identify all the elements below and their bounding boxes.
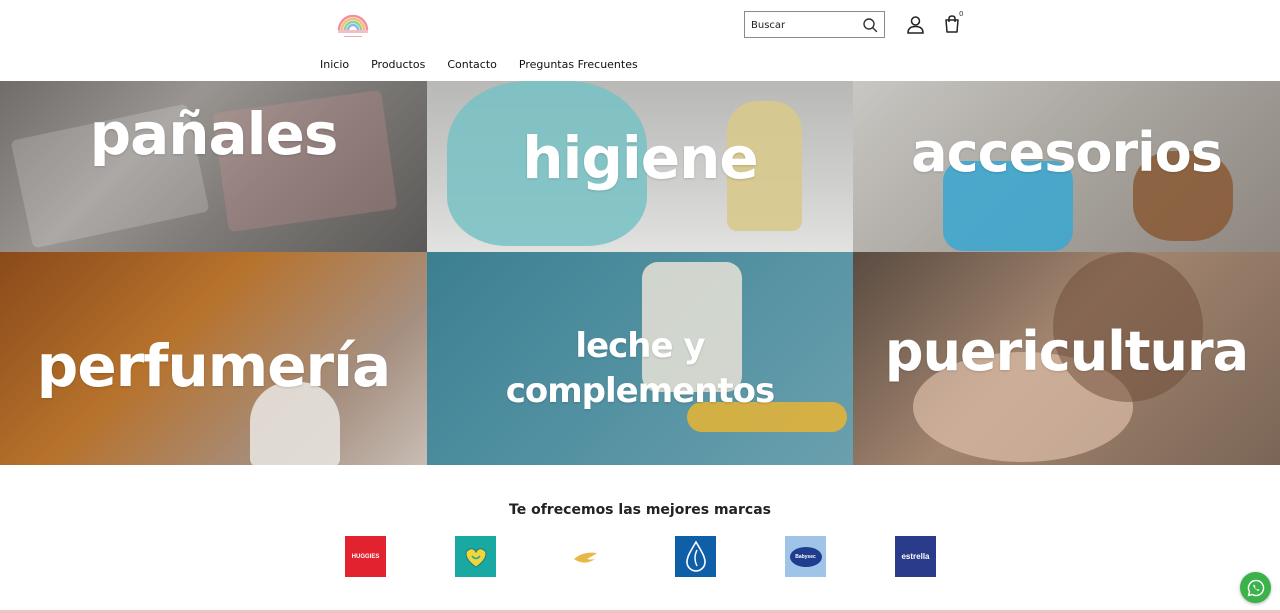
brand-johnson[interactable] <box>675 536 716 577</box>
category-label: perfumería <box>36 331 391 400</box>
whatsapp-button[interactable] <box>1240 572 1271 603</box>
cart-count-badge: 0 <box>959 10 964 18</box>
babysec-oval: Babysec <box>789 546 822 567</box>
nav-item-productos[interactable]: Productos <box>371 58 425 71</box>
category-label: higiene <box>522 123 759 192</box>
category-label: accesorios <box>911 121 1223 184</box>
category-label-line1: leche y <box>575 326 705 367</box>
brands-title: Te ofrecemos las mejores marcas <box>509 502 771 518</box>
brand-huggies[interactable]: HUGGIES <box>345 536 386 577</box>
category-tile-accesorios[interactable]: accesorios <box>853 81 1280 252</box>
category-tile-perfumeria[interactable]: perfumería <box>0 252 427 465</box>
brand-label: estrella <box>901 552 930 561</box>
brand-label: Babysec <box>795 553 816 560</box>
category-tile-panales[interactable]: pañales <box>0 81 427 252</box>
nav-item-inicio[interactable]: Inicio <box>320 58 349 71</box>
category-label-line2: complementos <box>505 370 776 411</box>
category-tile-leche-y-complementos[interactable]: leche y complementos <box>427 252 853 465</box>
brand-label: HUGGIES <box>351 553 380 560</box>
brand-dove[interactable] <box>565 536 606 577</box>
category-tile-puericultura[interactable]: puericultura <box>853 252 1280 465</box>
brand-estrella[interactable]: estrella <box>895 536 936 577</box>
pampers-heart-icon <box>465 547 486 568</box>
rainbow-logo[interactable] <box>334 10 372 40</box>
brand-pampers[interactable] <box>455 536 496 577</box>
search-box <box>744 11 885 38</box>
nav-item-contacto[interactable]: Contacto <box>447 58 497 71</box>
main-nav: Inicio Productos Contacto Preguntas Frec… <box>320 58 660 71</box>
category-grid: pañales higiene accesorios perfumería le… <box>0 81 1280 465</box>
search-input[interactable] <box>751 15 856 35</box>
whatsapp-icon <box>1247 579 1264 596</box>
nav-item-preguntas-frecuentes[interactable]: Preguntas Frecuentes <box>519 58 638 71</box>
search-icon[interactable] <box>862 17 878 33</box>
category-label: pañales <box>89 99 339 168</box>
category-label: puericultura <box>884 320 1249 383</box>
dove-bird-icon <box>573 552 597 563</box>
johnson-drop-icon <box>685 539 706 572</box>
category-tile-higiene[interactable]: higiene <box>427 81 853 252</box>
user-icon[interactable] <box>906 15 925 34</box>
site-header: 0 Inicio Productos Contacto Preguntas Fr… <box>0 0 1280 81</box>
brand-babysec[interactable]: Babysec <box>785 536 826 577</box>
